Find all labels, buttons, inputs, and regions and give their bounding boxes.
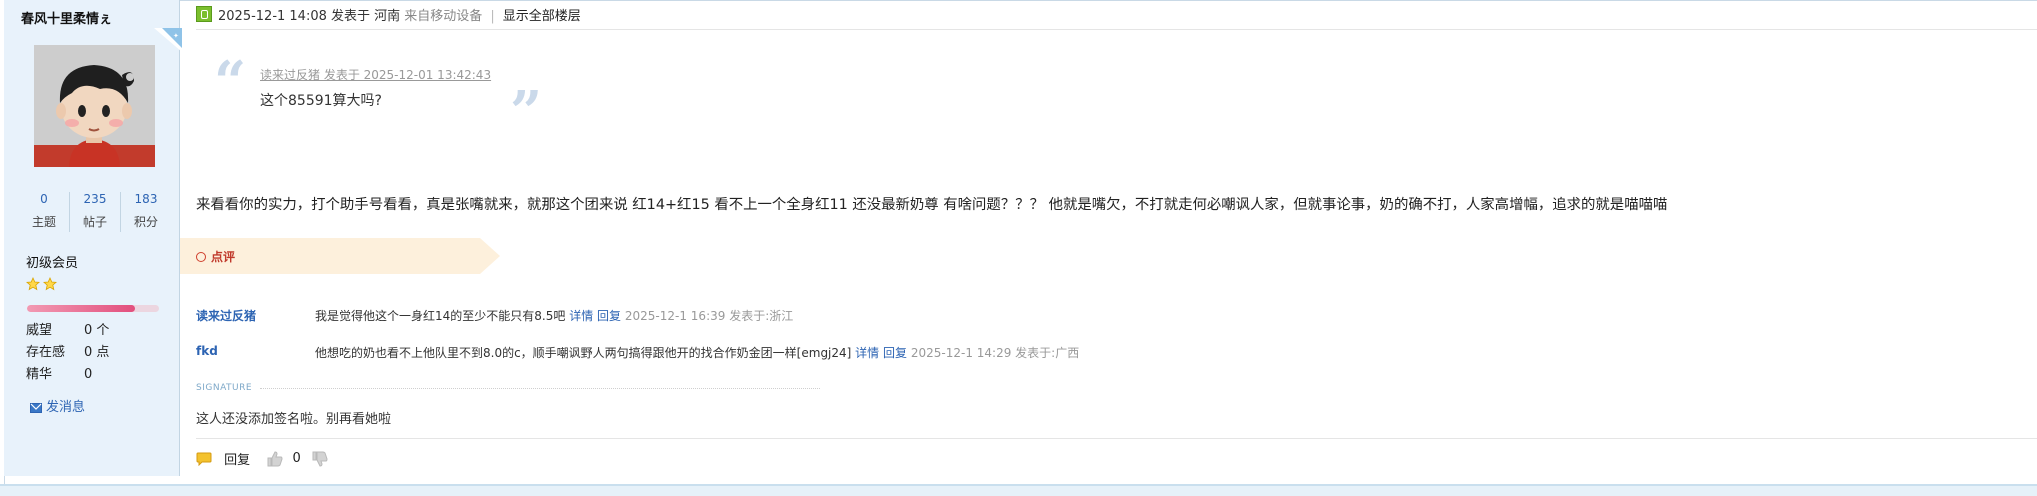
- signature-divider: [260, 388, 820, 389]
- comment-message: 我是觉得他这个一身红14的至少不能只有8.5吧 详情 回复 2025-12-1 …: [315, 307, 793, 324]
- info-prestige: 威望 0 个: [26, 320, 166, 342]
- stat-posts-label: 帖子: [82, 215, 107, 229]
- envelope-icon: [30, 402, 42, 413]
- header-divider-line: [196, 29, 2037, 30]
- author-username[interactable]: 春风十里柔情ぇ: [21, 8, 112, 27]
- reply-label: 回复: [224, 453, 251, 468]
- forum-post: 春风十里柔情ぇ ✦ 0 主题 235 帖子 183 积分 初级会员 威望 0 个…: [0, 0, 2037, 496]
- level-progress-fill: [27, 305, 136, 312]
- comments-tab: 点评: [180, 238, 500, 274]
- signature-label: SIGNATURE: [196, 383, 253, 393]
- info-prestige-key: 威望: [26, 323, 53, 338]
- comment-circle-icon: [196, 252, 206, 262]
- comment-detail-link[interactable]: 详情: [855, 346, 879, 360]
- like-count: 0: [292, 451, 301, 466]
- quote-text: 这个85591算大吗?: [260, 93, 382, 109]
- svg-text:✦: ✦: [173, 32, 179, 40]
- header-divider: |: [490, 9, 495, 24]
- post-location: 发表于 河南: [331, 9, 401, 24]
- rank-stars: [26, 276, 60, 292]
- author-post-icon: [196, 6, 212, 22]
- stat-threads-label: 主题: [31, 215, 56, 229]
- send-message-link[interactable]: 发消息: [30, 396, 85, 415]
- info-presence: 存在感 0 点: [26, 342, 166, 364]
- quote-open-icon: “: [214, 49, 247, 115]
- comment-reply-link[interactable]: 回复: [597, 309, 621, 323]
- stat-points-label: 积分: [133, 215, 158, 229]
- comment-detail-link[interactable]: 详情: [569, 309, 593, 323]
- stat-points[interactable]: 183 积分: [121, 190, 171, 230]
- author-sidebar: 春风十里柔情ぇ ✦ 0 主题 235 帖子 183 积分 初级会员 威望 0 个…: [4, 0, 182, 476]
- like-button[interactable]: [266, 450, 288, 466]
- post-actions: 回复 0: [196, 449, 329, 469]
- level-progress-bar: [27, 305, 159, 312]
- stat-threads-value: 0: [40, 192, 48, 206]
- signature-text: 这人还没添加签名啦。别再看她啦: [196, 412, 392, 427]
- user-rank[interactable]: 初级会员: [26, 252, 78, 271]
- info-presence-value: 0 点: [84, 345, 110, 360]
- star-icon: [26, 277, 40, 291]
- comment-user[interactable]: fkd: [196, 344, 218, 358]
- dislike-button[interactable]: [311, 451, 329, 467]
- comments-tab-label: 点评: [211, 250, 236, 264]
- info-presence-key: 存在感: [26, 345, 66, 360]
- post-device: 来自移动设备: [404, 9, 483, 24]
- info-prestige-value: 0 个: [84, 323, 110, 338]
- comment-message: 他想吃的奶也看不上他队里不到8.0的c，顺手嘲讽野人两句搞得跟他开的找合作奶金团…: [315, 344, 1079, 361]
- author-stats: 0 主题 235 帖子 183 积分: [19, 190, 167, 234]
- comment-user[interactable]: 读来过反猪: [196, 307, 256, 324]
- stat-posts[interactable]: 235 帖子: [70, 190, 120, 230]
- next-post-strip: [0, 484, 2037, 496]
- post-header: 2025-12-1 14:08 发表于 河南 来自移动设备 | 显示全部楼层: [196, 5, 581, 25]
- stat-posts-value: 235: [83, 192, 107, 206]
- stat-points-value: 183: [134, 192, 158, 206]
- author-info: 威望 0 个 存在感 0 点 精华 0: [26, 320, 166, 386]
- comment-text: 他想吃的奶也看不上他队里不到8.0的c，顺手嘲讽野人两句搞得跟他开的找合作奶金团…: [315, 346, 852, 360]
- info-digest-value: 0: [84, 367, 93, 382]
- comment-text: 我是觉得他这个一身红14的至少不能只有8.5吧: [315, 309, 566, 323]
- avatar-image-icon: [34, 45, 155, 167]
- post-body: 来看看你的实力，打个助手号看看，真是张嘴就来，就那这个团来说 红14+红15 看…: [196, 197, 1668, 213]
- info-digest-key: 精华: [26, 367, 53, 382]
- comment-reply-link[interactable]: 回复: [883, 346, 907, 360]
- post-main: 2025-12-1 14:08 发表于 河南 来自移动设备 | 显示全部楼层 “ 读…: [180, 0, 2037, 476]
- thumbs-up-icon: [267, 450, 283, 466]
- send-message-label: 发消息: [46, 400, 86, 415]
- post-datetime: 2025-12-1 14:08: [218, 9, 327, 24]
- quote-close-icon: ”: [510, 79, 543, 145]
- comment-meta: 2025-12-1 14:29 发表于:广西: [910, 346, 1080, 360]
- reply-bubble-icon: [196, 452, 212, 466]
- quote-meta-link[interactable]: 读来过反猪 发表于 2025-12-01 13:42:43: [260, 66, 491, 83]
- info-digest: 精华 0: [26, 364, 166, 386]
- avatar[interactable]: [34, 45, 155, 167]
- actions-divider: [196, 438, 2037, 439]
- thumbs-down-icon: [312, 451, 328, 467]
- show-all-floors-link[interactable]: 显示全部楼层: [503, 9, 581, 24]
- star-icon: [43, 277, 57, 291]
- comments-tab-label-wrap[interactable]: 点评: [196, 248, 235, 265]
- comment-meta: 2025-12-1 16:39 发表于:浙江: [624, 309, 794, 323]
- online-badge-icon: ✦: [154, 28, 182, 52]
- stat-threads[interactable]: 0 主题: [19, 190, 69, 230]
- reply-button[interactable]: 回复: [196, 451, 254, 468]
